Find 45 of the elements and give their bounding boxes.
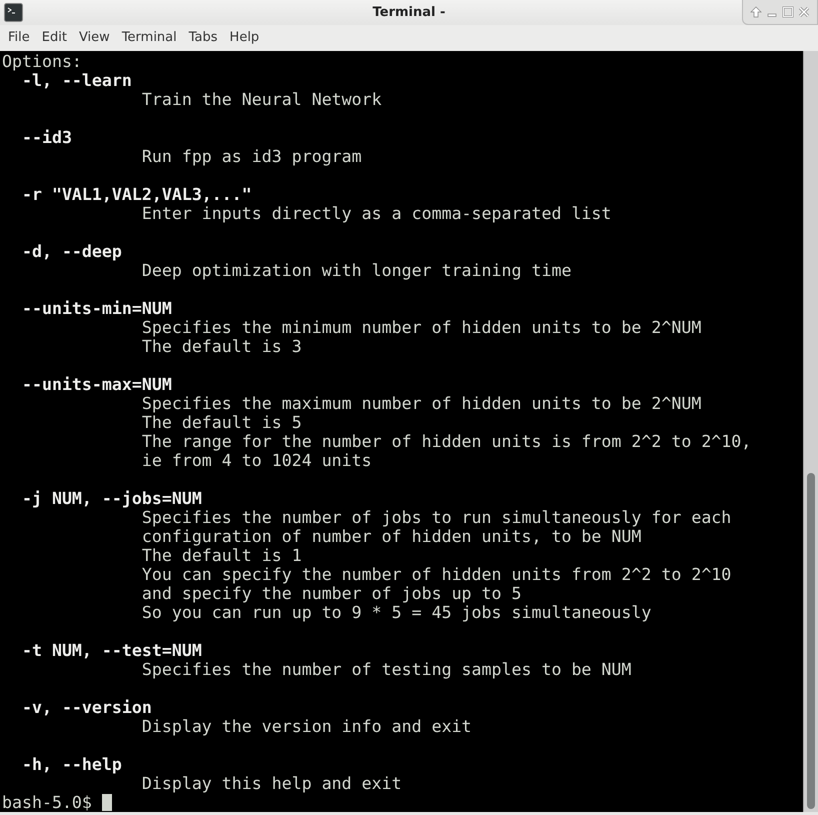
option-description: configuration of number of hidden units, to be NUM [140, 527, 642, 546]
option-name: --units-min=NUM [20, 299, 172, 318]
option-description: The default is 5 [140, 413, 302, 432]
option-name: -l, --learn [20, 71, 132, 90]
option-description: So you can run up to 9 * 5 = 45 jobs simultaneously [140, 603, 652, 622]
option-description: The range for the number of hidden units is from 2^2 to 2^10, [140, 432, 752, 451]
option-name: -d, --deep [20, 242, 122, 261]
output-line: Options: [2, 52, 82, 71]
option-description: The default is 3 [140, 337, 302, 356]
shade-icon[interactable] [749, 5, 763, 19]
cursor [102, 794, 112, 811]
option-description: Specifies the number of testing samples to be NUM [140, 660, 632, 679]
option-name: -t NUM, --test=NUM [20, 641, 202, 660]
option-name: -h, --help [20, 755, 122, 774]
option-name: -j NUM, --jobs=NUM [20, 489, 202, 508]
option-description: Deep optimization with longer training time [140, 261, 572, 280]
option-description: The default is 1 [140, 546, 302, 565]
option-description: Enter inputs directly as a comma-separated list [140, 204, 612, 223]
option-description: ie from 4 to 1024 units [140, 451, 372, 470]
option-name: -r "VAL1,VAL2,VAL3,..." [20, 185, 252, 204]
scrollbar-thumb[interactable] [807, 473, 815, 809]
option-name: --id3 [20, 128, 72, 147]
menu-item[interactable]: Tabs [182, 28, 224, 48]
option-name: -v, --version [20, 698, 152, 717]
option-description: Run fpp as id3 program [140, 147, 362, 166]
scrollbar[interactable] [803, 51, 818, 812]
option-description: and specify the number of jobs up to 5 [140, 584, 522, 603]
option-description: Train the Neural Network [140, 90, 382, 109]
option-description: Specifies the number of jobs to run simultaneously for each [140, 508, 732, 527]
option-description: You can specify the number of hidden units from 2^2 to 2^10 [140, 565, 732, 584]
menu-item[interactable]: Edit [36, 28, 73, 48]
window-title: Terminal - [372, 4, 446, 22]
menu-item[interactable]: Terminal [116, 28, 183, 48]
maximize-icon[interactable] [781, 5, 795, 19]
option-description: Specifies the maximum number of hidden units to be 2^NUM [140, 394, 702, 413]
option-description: Display this help and exit [140, 774, 402, 793]
shell-prompt: bash-5.0$ [2, 793, 93, 812]
menu-item[interactable]: File [2, 28, 36, 48]
terminal-icon [4, 3, 23, 22]
menu-item[interactable]: Help [224, 28, 266, 48]
menu-item[interactable]: View [72, 28, 116, 48]
option-description: Display the version info and exit [140, 717, 472, 736]
option-description: Specifies the minimum number of hidden units to be 2^NUM [140, 318, 702, 337]
option-name: --units-max=NUM [20, 375, 172, 394]
close-icon[interactable] [797, 5, 811, 19]
